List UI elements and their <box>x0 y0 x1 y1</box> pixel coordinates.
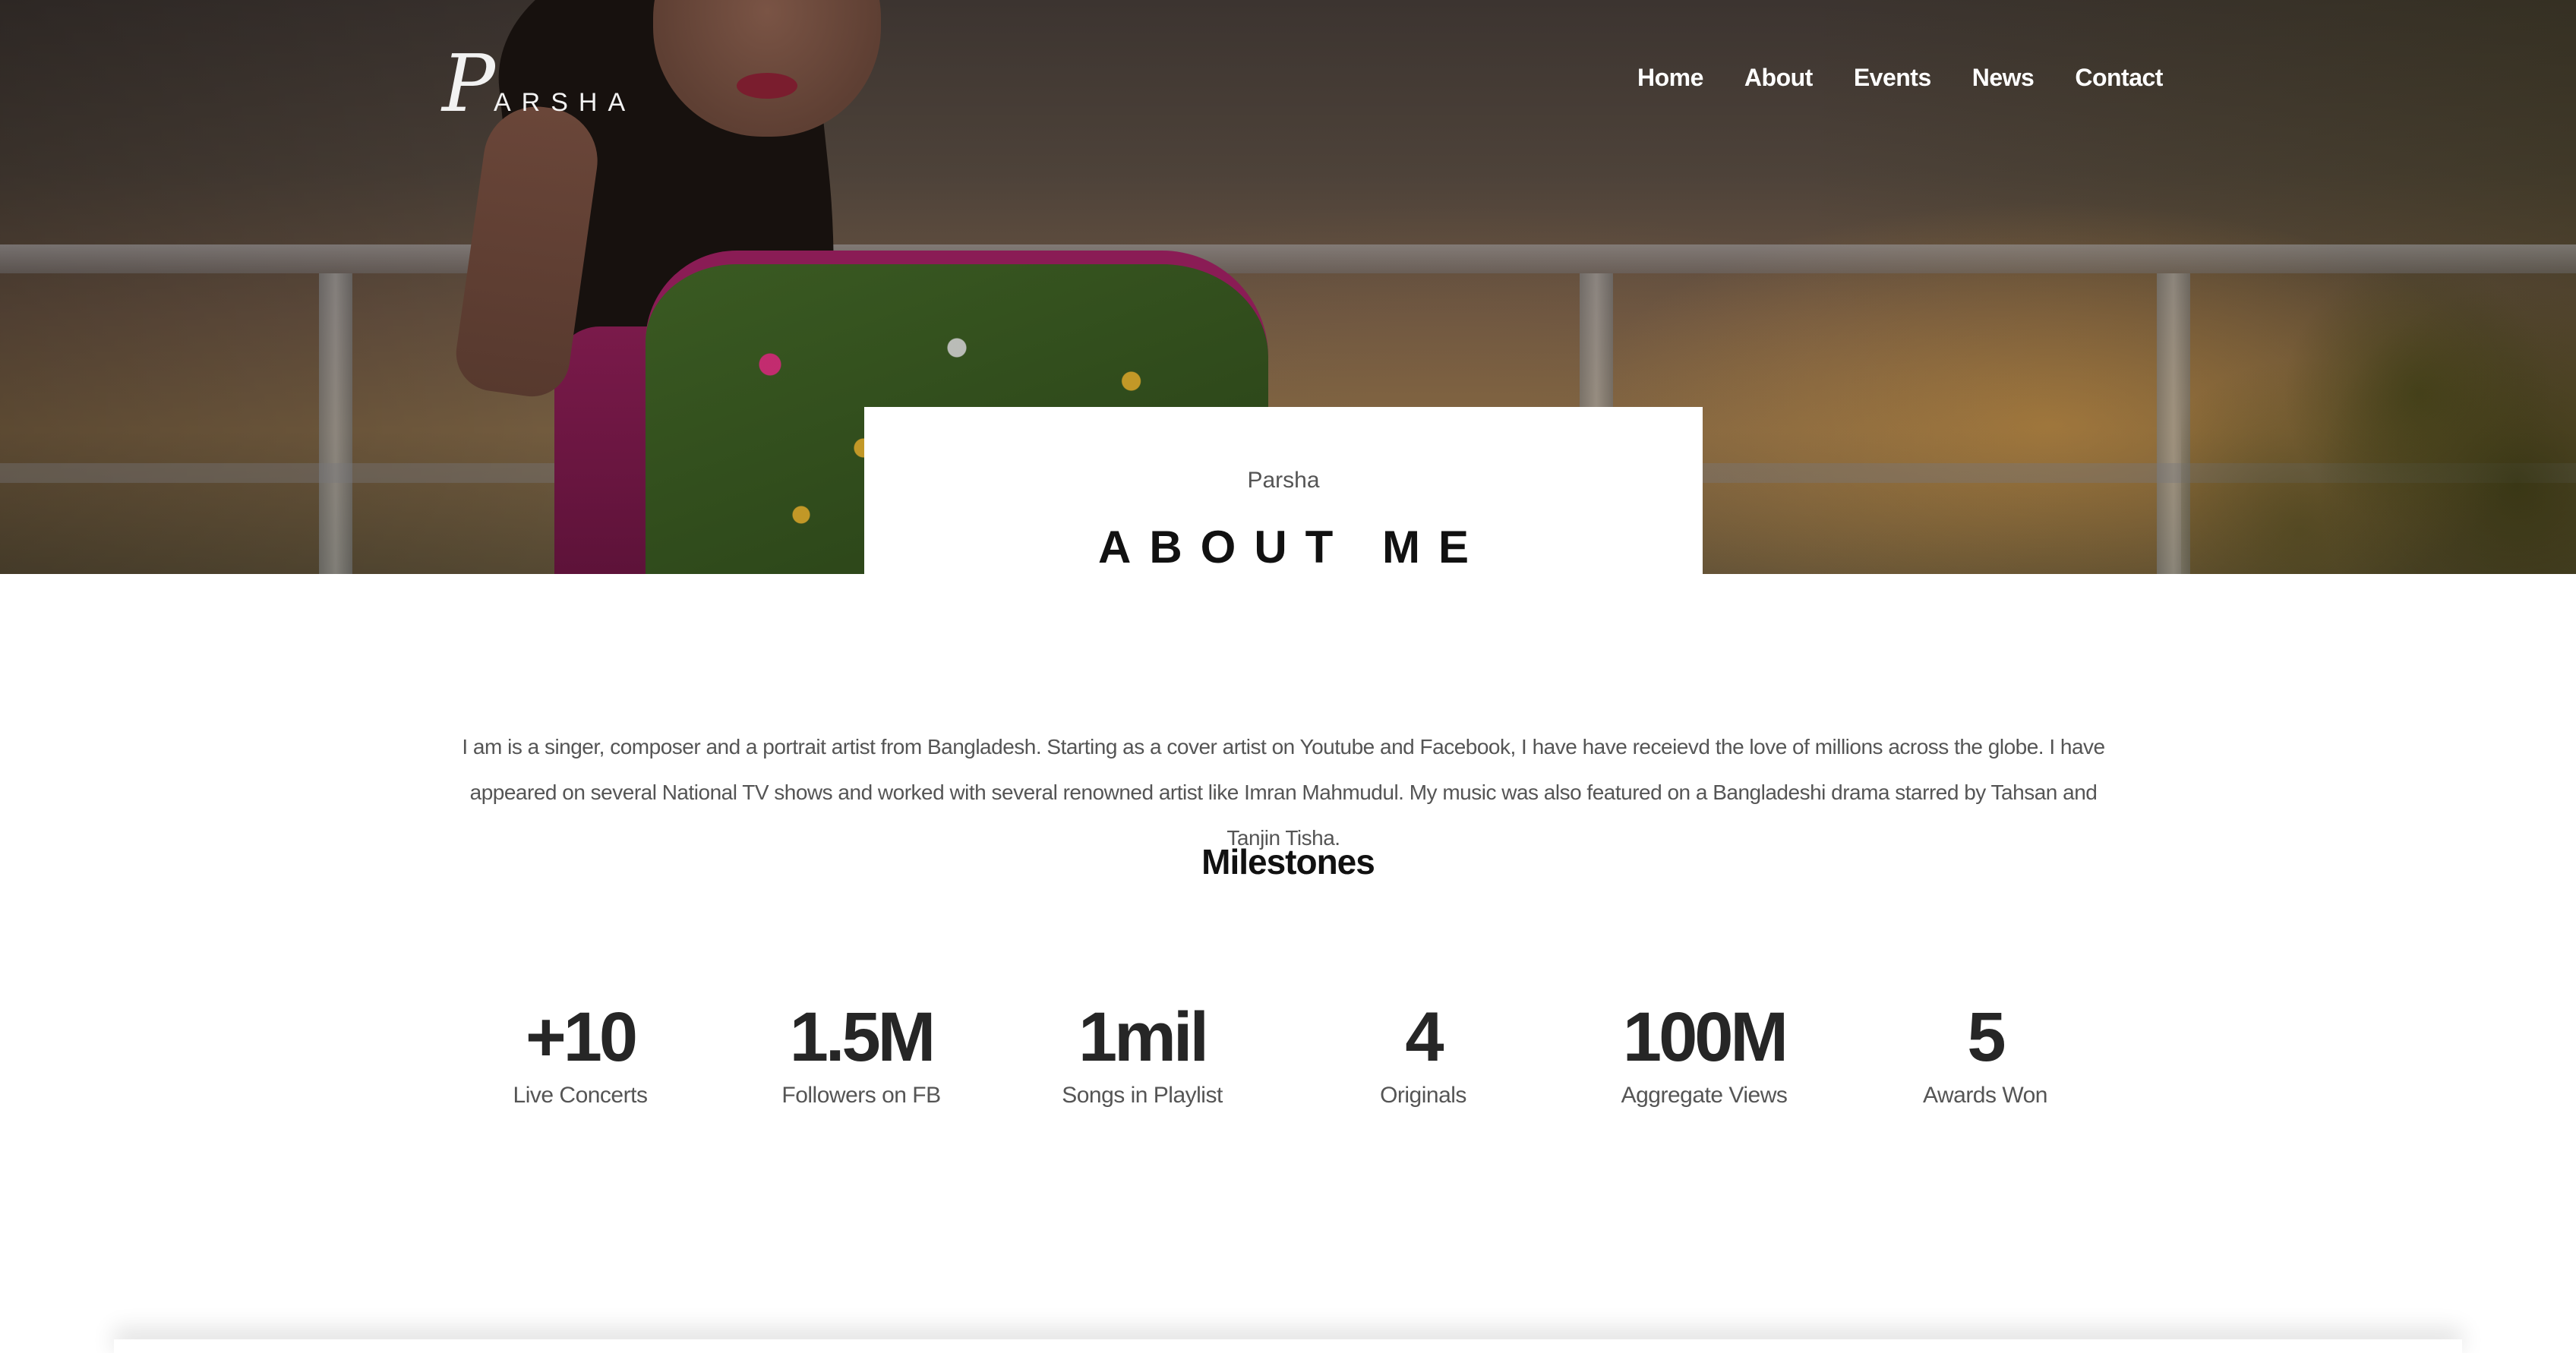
stat-songs: 1mil Songs in Playlist <box>1021 999 1264 1109</box>
about-title-card: Parsha ABOUT ME <box>864 407 1703 574</box>
stat-label: Awards Won <box>1923 1083 2047 1108</box>
logo-initial: P <box>442 37 495 130</box>
bio-paragraph: I am is a singer, composer and a portrai… <box>462 735 2105 850</box>
stat-label: Live Concerts <box>513 1083 648 1108</box>
stat-label: Songs in Playlist <box>1062 1083 1223 1108</box>
stat-value: 5 <box>1967 998 2006 1076</box>
stat-value: 1.5M <box>789 998 936 1076</box>
stat-label: Aggregate Views <box>1621 1083 1788 1108</box>
nav-contact[interactable]: Contact <box>2075 64 2163 92</box>
stat-followers: 1.5M Followers on FB <box>740 999 983 1109</box>
page: P ARSHA Home About Events News Contact P… <box>0 0 2576 1353</box>
logo-wordmark: ARSHA <box>494 88 636 117</box>
stat-awards: 5 Awards Won <box>1864 999 2107 1109</box>
stat-views: 100M Aggregate Views <box>1583 999 1826 1109</box>
main-nav: Home About Events News Contact <box>1637 64 2163 92</box>
stat-label: Originals <box>1380 1083 1466 1108</box>
logo[interactable]: P ARSHA <box>442 37 641 130</box>
title-subtitle: Parsha <box>1247 468 1320 493</box>
railing <box>0 244 2576 273</box>
nav-about[interactable]: About <box>1744 64 1813 92</box>
milestones-stats: +10 Live Concerts 1.5M Followers on FB 1… <box>0 999 2576 1121</box>
stat-label: Followers on FB <box>781 1083 941 1108</box>
nav-home[interactable]: Home <box>1637 64 1703 92</box>
stat-originals: 4 Originals <box>1302 999 1545 1109</box>
next-section-edge <box>114 1339 2462 1353</box>
stat-value: 4 <box>1405 998 1444 1076</box>
nav-news[interactable]: News <box>1972 64 2035 92</box>
stat-value: 1mil <box>1078 998 1209 1076</box>
plant-silhouette <box>2181 273 2576 574</box>
page-title: ABOUT ME <box>1098 522 1487 572</box>
stat-live-concerts: +10 Live Concerts <box>459 999 702 1109</box>
stat-value: +10 <box>525 998 638 1076</box>
nav-events[interactable]: Events <box>1854 64 1931 92</box>
stat-value: 100M <box>1622 998 1788 1076</box>
milestones-heading: Milestones <box>1201 842 1375 882</box>
